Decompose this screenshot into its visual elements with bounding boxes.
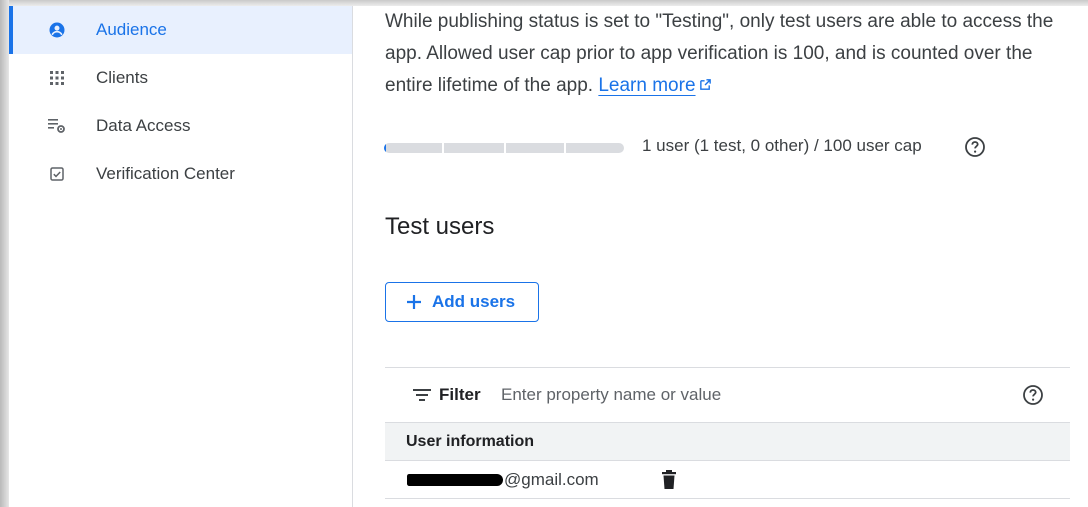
email-suffix: @gmail.com	[504, 470, 599, 489]
description-text: While publishing status is set to "Testi…	[385, 11, 1054, 97]
external-link-icon	[699, 70, 712, 102]
add-users-label: Add users	[432, 292, 516, 311]
filter-label: Filter	[439, 385, 481, 404]
delete-icon[interactable]	[661, 470, 677, 490]
sidebar-item-data-access[interactable]: Data Access	[9, 102, 352, 150]
account-circle-icon	[47, 20, 67, 40]
publishing-status-description: While publishing status is set to "Testi…	[385, 6, 1075, 102]
redaction-mark	[407, 474, 503, 486]
sidebar-item-label: Clients	[96, 68, 148, 87]
table-row: @gmail.com	[385, 461, 1070, 499]
user-cap-text: 1 user (1 test, 0 other) / 100 user cap	[642, 136, 922, 155]
data-settings-icon	[47, 116, 67, 136]
column-header-user-information: User information	[406, 433, 535, 450]
progress-segment-divider	[564, 143, 566, 153]
help-icon[interactable]	[964, 136, 986, 158]
learn-more-label: Learn more	[598, 75, 696, 97]
user-email: @gmail.com	[407, 470, 599, 490]
sidebar-item-clients[interactable]: Clients	[9, 54, 352, 102]
sidebar: Audience Clients Data Access Verificatio…	[9, 6, 353, 507]
sidebar-item-label: Data Access	[96, 116, 191, 135]
filter-icon[interactable]	[413, 387, 431, 403]
sidebar-item-label: Audience	[96, 20, 167, 39]
window-frame-left	[0, 0, 9, 507]
progress-segment-divider	[504, 143, 506, 153]
filter-help-icon[interactable]	[1022, 384, 1044, 406]
test-users-heading: Test users	[385, 213, 495, 240]
table-header: User information	[385, 423, 1070, 461]
add-users-button[interactable]: Add users	[385, 282, 539, 322]
filter-input[interactable]	[501, 380, 1001, 410]
progress-segment-divider	[442, 143, 444, 153]
checkbox-icon	[47, 164, 67, 184]
learn-more-link[interactable]: Learn more	[598, 75, 695, 96]
sidebar-item-audience[interactable]: Audience	[9, 6, 352, 54]
plus-icon	[405, 293, 423, 311]
sidebar-item-label: Verification Center	[96, 164, 235, 183]
grid-icon	[47, 68, 67, 88]
sidebar-item-verification-center[interactable]: Verification Center	[9, 150, 352, 198]
filter-bar: Filter	[385, 367, 1070, 423]
user-cap-progress-bar	[384, 143, 624, 153]
